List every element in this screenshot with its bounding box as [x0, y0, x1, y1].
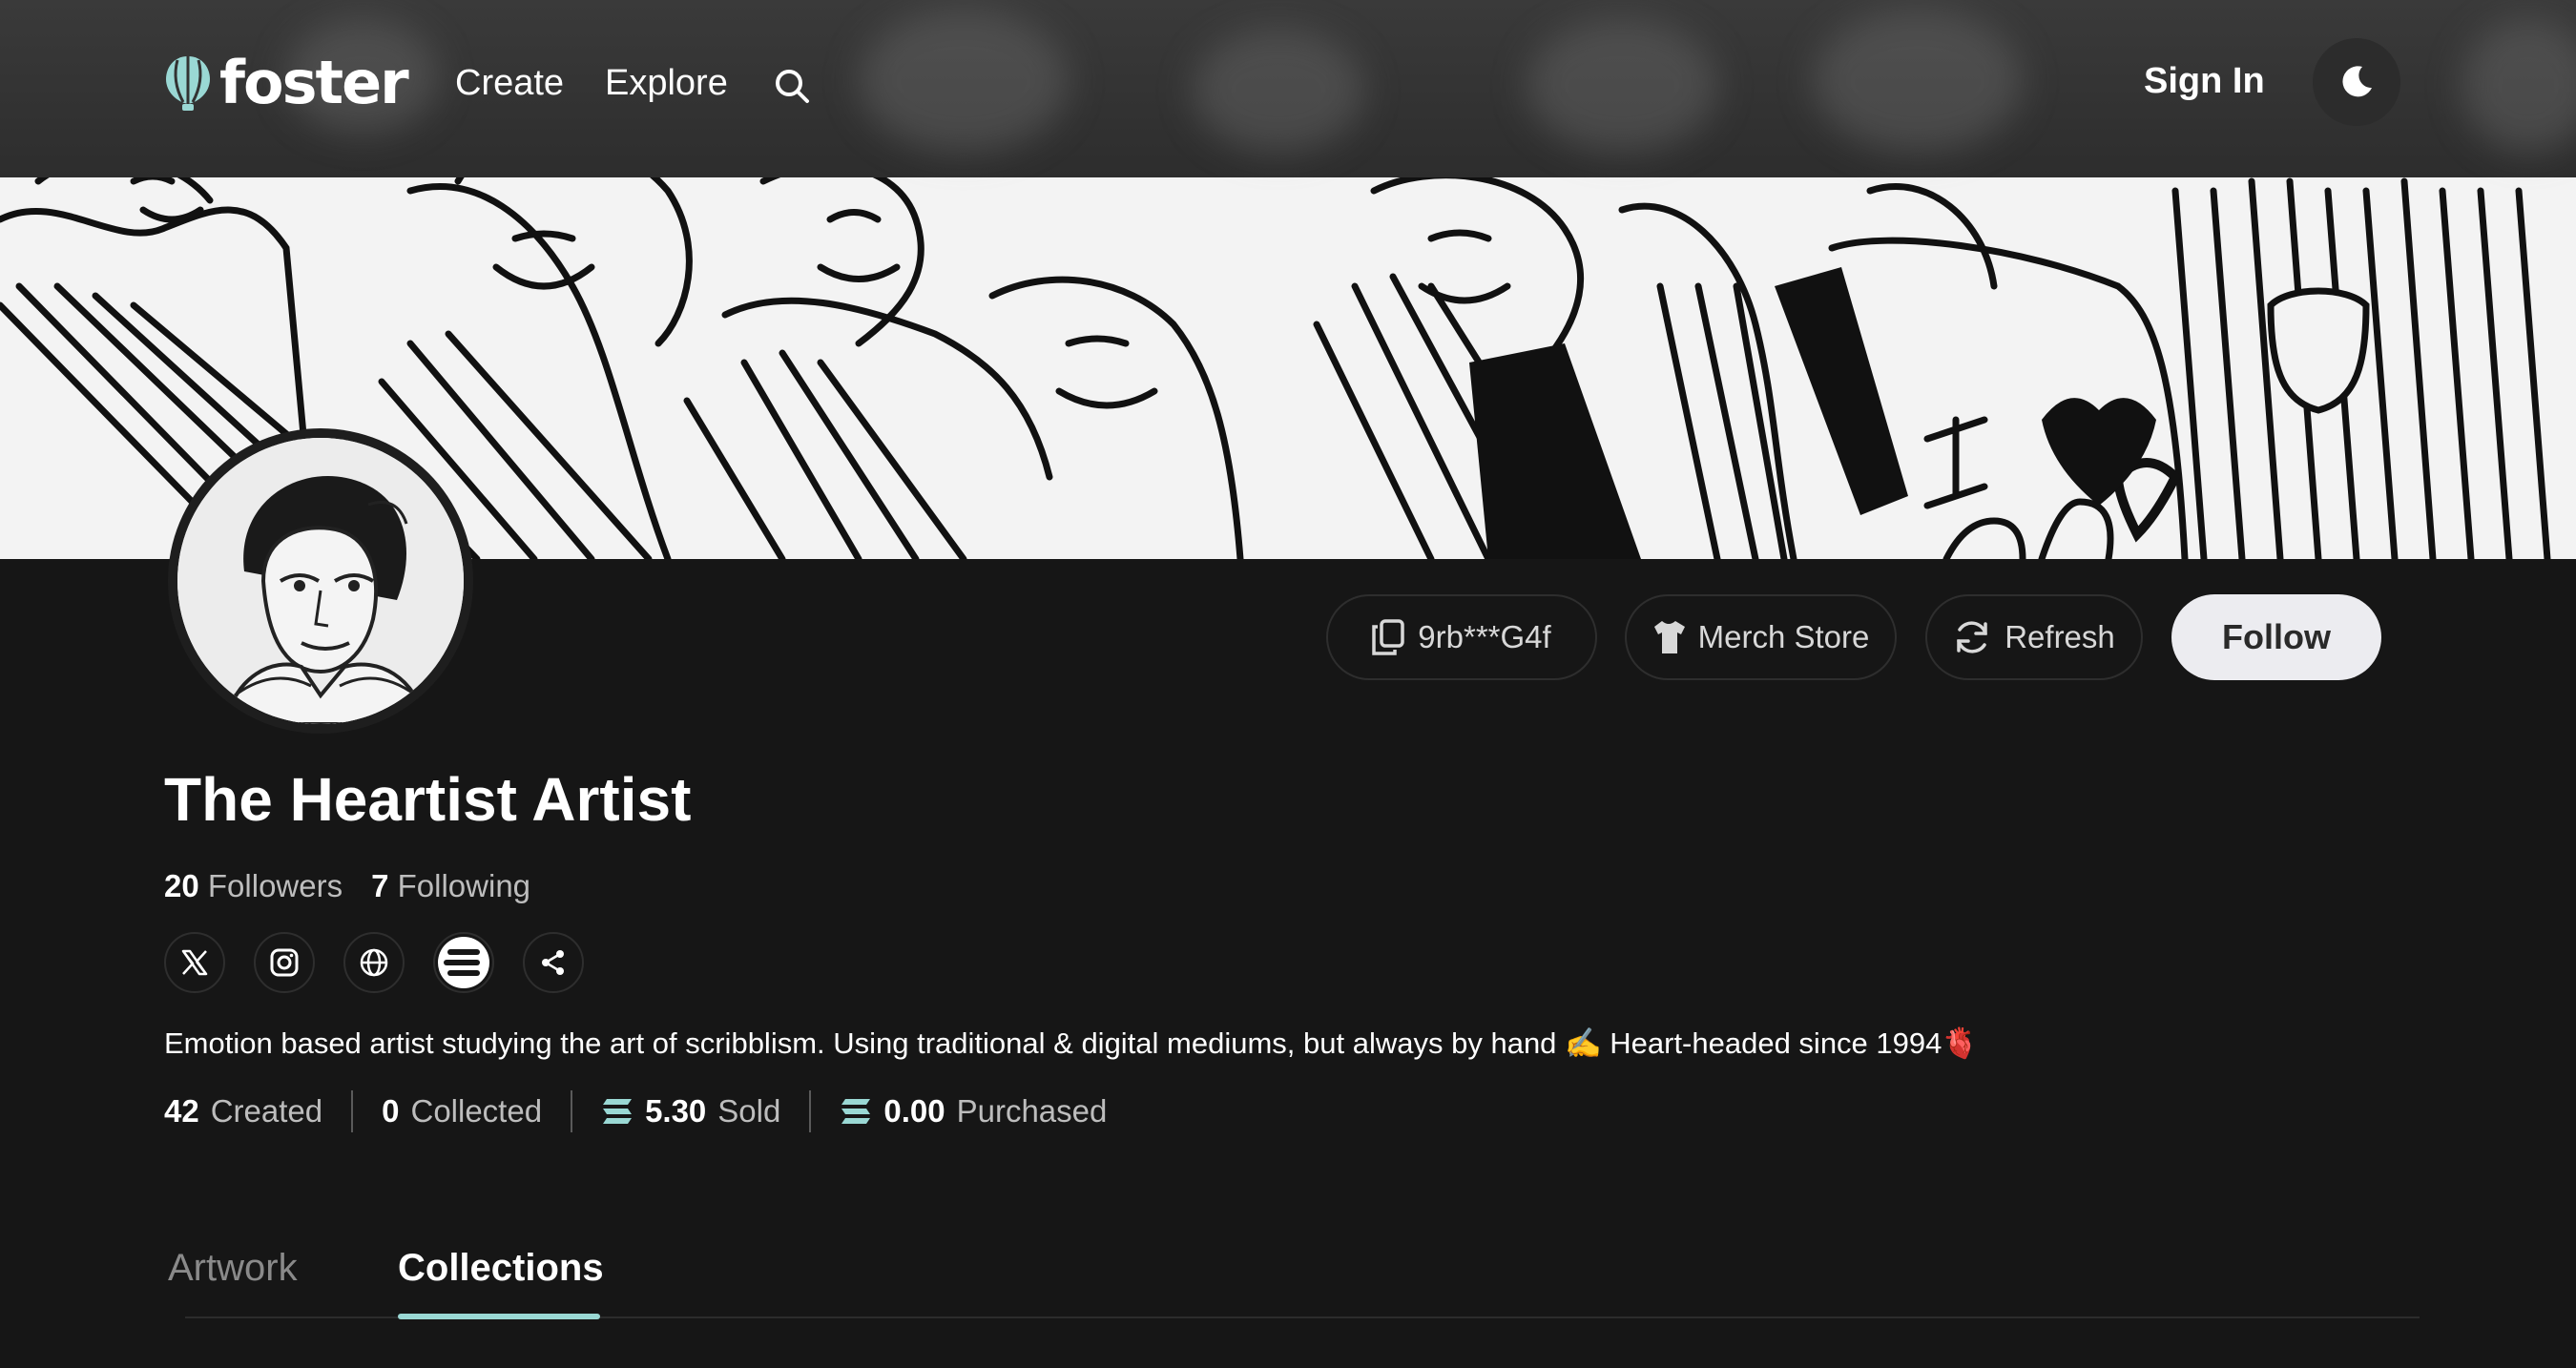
refresh-icon: [1957, 621, 1987, 653]
followers-label: Followers: [207, 868, 343, 903]
tshirt-icon: [1653, 621, 1685, 653]
followers-count: 20: [164, 868, 199, 903]
profile-avatar: [168, 428, 473, 734]
nav-create-link[interactable]: Create: [455, 59, 564, 107]
metric-label: Collected: [410, 1093, 543, 1129]
sol-icon: [603, 1099, 633, 1124]
merch-store-button[interactable]: Merch Store: [1625, 594, 1897, 680]
sol-icon: [841, 1099, 871, 1124]
brand-name: foster: [219, 48, 409, 117]
metric-created: 42 Created: [164, 1089, 322, 1133]
metric-label: Created: [210, 1093, 323, 1129]
sign-in-button[interactable]: Sign In: [2144, 57, 2265, 105]
moon-icon: [2342, 66, 2372, 97]
search-icon[interactable]: [773, 67, 811, 105]
metric-value: 0: [382, 1093, 400, 1129]
metric-value: 0.00: [883, 1093, 945, 1129]
refresh-button[interactable]: Refresh: [1925, 594, 2143, 680]
following-label: Following: [397, 868, 531, 903]
foster-token-icon[interactable]: [433, 932, 494, 993]
x-twitter-icon[interactable]: [164, 932, 225, 993]
profile-page: foster Create Explore Sign In 9rb***G4f …: [0, 0, 2576, 1368]
copy-address-button[interactable]: 9rb***G4f: [1326, 594, 1597, 680]
profile-name: The Heartist Artist: [164, 765, 692, 834]
nav-explore-link[interactable]: Explore: [605, 59, 728, 107]
balloon-logo-icon: [166, 56, 210, 111]
divider: [351, 1090, 354, 1132]
metric-purchased: 0.00 Purchased: [840, 1089, 1107, 1133]
tab-artwork[interactable]: Artwork: [168, 1242, 298, 1294]
divider: [809, 1090, 812, 1132]
metric-sold: 5.30 Sold: [601, 1089, 780, 1133]
foster-logo[interactable]: foster: [164, 48, 409, 117]
following-stat[interactable]: 7 Following: [371, 864, 530, 908]
merch-store-label: Merch Store: [1697, 619, 1870, 654]
globe-icon[interactable]: [343, 932, 405, 993]
following-count: 7: [371, 868, 389, 903]
follow-button[interactable]: Follow: [2171, 594, 2381, 680]
metric-value: 5.30: [645, 1093, 707, 1129]
metric-value: 42: [164, 1093, 199, 1129]
theme-toggle-button[interactable]: [2313, 38, 2400, 126]
metric-label: Purchased: [956, 1093, 1108, 1129]
wallet-address: 9rb***G4f: [1418, 619, 1551, 654]
tab-collections[interactable]: Collections: [398, 1242, 604, 1294]
divider: [571, 1090, 573, 1132]
instagram-icon[interactable]: [254, 932, 315, 993]
social-links: [164, 932, 584, 993]
active-tab-indicator: [398, 1314, 600, 1319]
metric-label: Sold: [717, 1093, 781, 1129]
profile-metrics: 42 Created 0 Collected 5.30 Sold 0.00 Pu…: [164, 1089, 1107, 1133]
share-icon[interactable]: [523, 932, 584, 993]
follow-stats: 20 Followers 7 Following: [164, 864, 530, 908]
avatar-portrait: [177, 438, 464, 724]
refresh-label: Refresh: [2005, 619, 2115, 654]
followers-stat[interactable]: 20 Followers: [164, 864, 343, 908]
copy-icon: [1372, 619, 1405, 655]
metric-collected: 0 Collected: [382, 1089, 542, 1133]
top-navigation-bar: foster Create Explore Sign In: [0, 0, 2576, 177]
profile-bio: Emotion based artist studying the art of…: [164, 1026, 1979, 1060]
